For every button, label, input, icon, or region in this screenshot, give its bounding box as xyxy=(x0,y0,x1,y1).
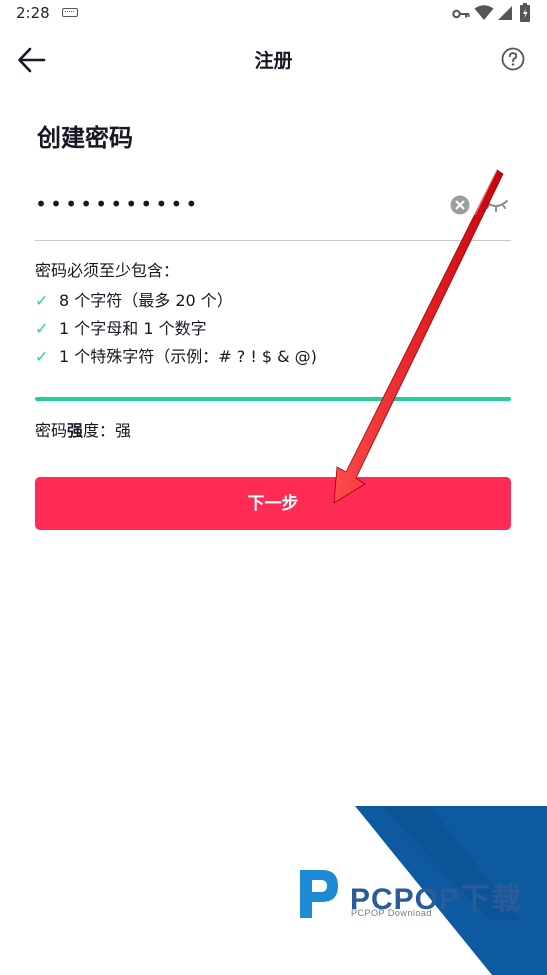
question-circle-icon[interactable] xyxy=(501,47,525,71)
requirement-label: 8 个字符（最多 20 个） xyxy=(59,291,233,310)
strength-label-tail: 度： xyxy=(83,421,116,440)
watermark: PCPOP下载 PCPOP Download xyxy=(0,800,547,975)
check-icon: ✓ xyxy=(35,319,49,338)
requirement-label: 1 个特殊字符（示例：# ? ! $ & @) xyxy=(59,347,317,366)
strength-label: 密码 xyxy=(35,421,68,440)
clear-icon[interactable] xyxy=(450,195,470,215)
strength-label-bold: 强 xyxy=(67,421,84,440)
battery-icon xyxy=(520,3,530,22)
page-title: 创建密码 xyxy=(37,124,133,152)
next-button[interactable]: 下一步 xyxy=(35,477,511,530)
requirement-item: ✓ 1 个字母和 1 个数字 xyxy=(35,315,317,343)
nav-title: 注册 xyxy=(254,50,293,72)
requirements-list: ✓ 8 个字符（最多 20 个） ✓ 1 个字母和 1 个数字 ✓ 1 个特殊字… xyxy=(35,287,317,371)
check-icon: ✓ xyxy=(35,291,49,310)
status-time: 2:28 xyxy=(16,4,50,22)
requirement-item: ✓ 1 个特殊字符（示例：# ? ! $ & @) xyxy=(35,343,317,371)
requirement-item: ✓ 8 个字符（最多 20 个） xyxy=(35,287,317,315)
strength-value: 强 xyxy=(115,421,132,440)
requirements-heading: 密码必须至少包含： xyxy=(35,261,180,280)
check-icon: ✓ xyxy=(35,347,49,366)
signal-icon xyxy=(498,6,512,20)
strength-text: 密码强度：强 xyxy=(35,417,131,441)
password-field xyxy=(35,180,511,241)
status-bar: 2:28 xyxy=(0,0,547,28)
eye-closed-icon[interactable] xyxy=(483,194,509,214)
strength-meter xyxy=(35,397,511,401)
nav-bar: 注册 xyxy=(0,36,547,82)
wifi-icon xyxy=(474,5,494,20)
requirement-label: 1 个字母和 1 个数字 xyxy=(59,319,207,338)
watermark-subtitle: PCPOP Download xyxy=(351,908,432,918)
key-icon xyxy=(452,9,470,19)
password-input[interactable] xyxy=(35,186,435,222)
pcpop-logo-icon xyxy=(300,870,338,918)
keyboard-icon xyxy=(62,8,78,17)
